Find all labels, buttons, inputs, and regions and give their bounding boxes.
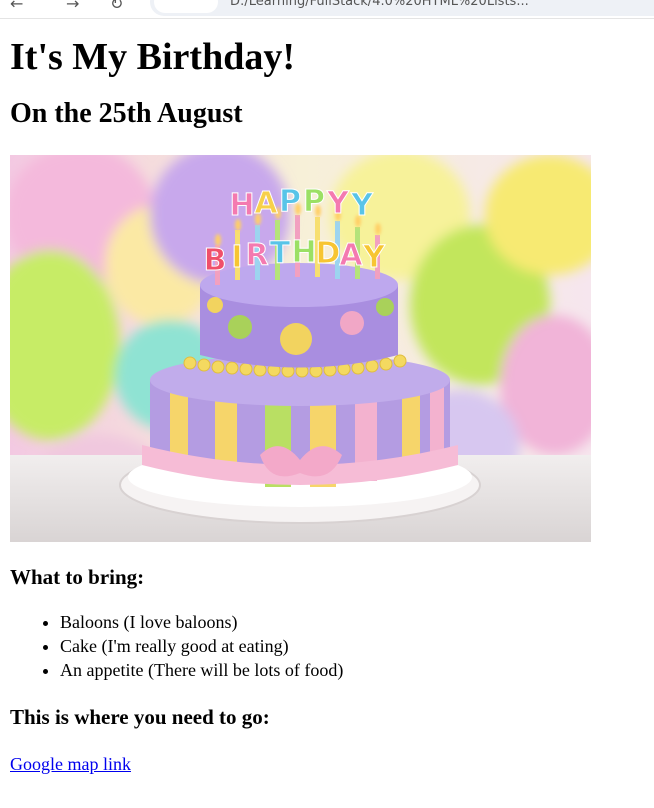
svg-text:T: T [270, 236, 291, 271]
svg-text:H: H [229, 188, 254, 223]
svg-text:Y: Y [362, 240, 386, 275]
bring-list: Baloons (I love baloons) Cake (I'm reall… [10, 610, 644, 682]
page-title: It's My Birthday! [10, 36, 295, 78]
svg-text:Y: Y [350, 188, 374, 223]
svg-text:D: D [316, 236, 341, 271]
address-bar[interactable]: D:/Learning/FullStack/4.0%20HTML%20Lists… [150, 0, 654, 16]
svg-text:B: B [204, 243, 227, 278]
svg-text:A: A [254, 186, 278, 221]
svg-text:R: R [245, 238, 268, 273]
list-item: Cake (I'm really good at eating) [60, 634, 644, 658]
url-text[interactable]: D:/Learning/FullStack/4.0%20HTML%20Lists… [230, 0, 529, 9]
site-info-icon[interactable] [154, 0, 218, 13]
svg-text:I: I [231, 240, 242, 275]
google-map-link[interactable]: Google map link [10, 752, 131, 776]
bring-heading: What to bring: [10, 565, 145, 589]
svg-text:H: H [291, 235, 316, 270]
forward-icon[interactable]: → [66, 0, 79, 13]
browser-toolbar: ← → ↻ D:/Learning/FullStack/4.0%20HTML%2… [0, 0, 654, 19]
page-content: It's My Birthday! On the 25th August H A… [10, 34, 644, 776]
list-item: An appetite (There will be lots of food) [60, 658, 644, 682]
svg-text:Y: Y [326, 186, 350, 221]
svg-text:P: P [279, 184, 301, 219]
svg-text:P: P [303, 184, 325, 219]
birthday-cake-image: H A P P Y Y B I R T H D A Y [10, 155, 591, 542]
back-icon[interactable]: ← [10, 0, 23, 13]
list-item: Baloons (I love baloons) [60, 610, 644, 634]
where-heading: This is where you need to go: [10, 705, 270, 729]
svg-text:A: A [339, 238, 363, 273]
page-subtitle: On the 25th August [10, 98, 243, 129]
reload-icon[interactable]: ↻ [110, 0, 123, 13]
